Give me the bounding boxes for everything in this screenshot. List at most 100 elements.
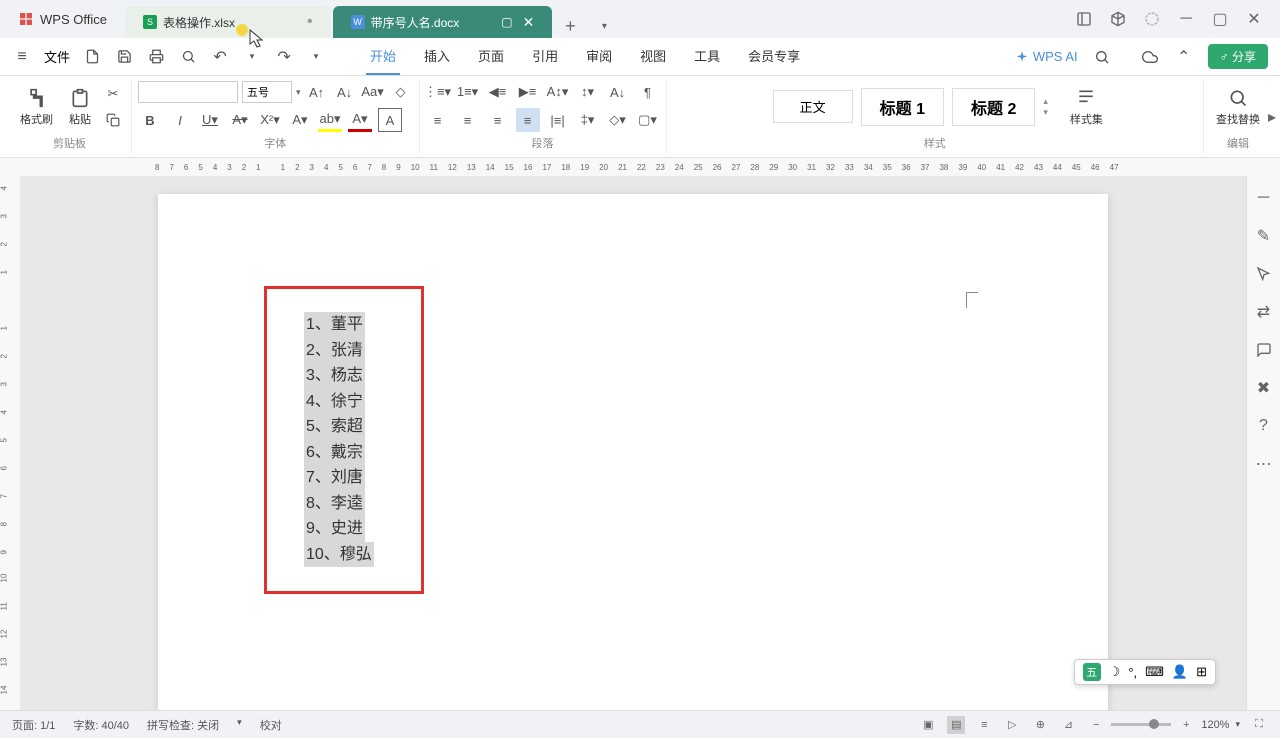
side-pencil-icon[interactable]: ✎: [1254, 226, 1274, 246]
style-heading2[interactable]: 标题 2: [952, 88, 1035, 126]
tab-doc-active[interactable]: W 带序号人名.docx ▢ ✕: [333, 6, 553, 38]
save-icon[interactable]: [114, 47, 134, 67]
list-item[interactable]: 2、张清: [304, 338, 365, 364]
search-icon[interactable]: [1092, 47, 1112, 67]
decrease-font-icon[interactable]: A↓: [333, 80, 357, 104]
underline-icon[interactable]: U▾: [198, 108, 222, 132]
show-marks-icon[interactable]: ¶: [636, 80, 660, 104]
minimize-button[interactable]: ─: [1176, 9, 1196, 29]
clear-format-icon[interactable]: ◇: [389, 80, 413, 104]
view-reading-icon[interactable]: ▷: [1003, 716, 1021, 734]
tab-view[interactable]: 视图: [636, 38, 670, 75]
collapse-ribbon-icon[interactable]: ⌃: [1174, 47, 1194, 67]
status-words[interactable]: 字数: 40/40: [73, 717, 129, 733]
align-justify-icon[interactable]: ≡: [516, 108, 540, 132]
align-center-icon[interactable]: ≡: [456, 108, 480, 132]
align-right-icon[interactable]: ≡: [486, 108, 510, 132]
wps-ai-button[interactable]: WPS AI: [1015, 49, 1078, 64]
cloud-icon[interactable]: [1140, 47, 1160, 67]
tab-dropdown-icon[interactable]: ▾: [592, 14, 616, 38]
list-item[interactable]: 5、索超: [304, 414, 365, 440]
tab-xlsx[interactable]: S 表格操作.xlsx •: [125, 6, 331, 38]
sort-icon[interactable]: A↓: [606, 80, 630, 104]
numbering-icon[interactable]: 1≡▾: [456, 80, 480, 104]
app-logo[interactable]: WPS Office: [8, 11, 117, 27]
new-tab-button[interactable]: +: [558, 14, 582, 38]
list-item[interactable]: 4、徐宁: [304, 389, 365, 415]
view-outline-icon[interactable]: ≡: [975, 716, 993, 734]
list-item[interactable]: 3、杨志: [304, 363, 365, 389]
copy-icon[interactable]: [101, 108, 125, 132]
fullscreen-icon[interactable]: ⛶: [1250, 716, 1268, 734]
zoom-level[interactable]: 120%: [1201, 719, 1229, 731]
tab-tools[interactable]: 工具: [690, 38, 724, 75]
font-color-icon[interactable]: A▾: [348, 108, 372, 132]
maximize-button[interactable]: ▢: [1210, 9, 1230, 29]
file-menu[interactable]: 文件: [44, 47, 70, 66]
style-set-button[interactable]: 样式集: [1064, 83, 1109, 131]
bullets-icon[interactable]: ⋮≡▾: [426, 80, 450, 104]
status-page[interactable]: 页面: 1/1: [12, 717, 55, 733]
selected-text-list[interactable]: 1、董平2、张清3、杨志4、徐宁5、索超6、戴宗7、刘唐8、李逵9、史进10、穆…: [304, 312, 374, 567]
zoom-in-icon[interactable]: +: [1177, 716, 1195, 734]
list-item[interactable]: 8、李逵: [304, 491, 365, 517]
font-size-input[interactable]: [242, 81, 292, 103]
style-scroll[interactable]: ▴▾: [1043, 96, 1048, 118]
print-preview-icon[interactable]: [178, 47, 198, 67]
status-proof[interactable]: 校对: [260, 717, 282, 733]
share-button[interactable]: ♂ 分享: [1208, 44, 1268, 69]
tab-insert[interactable]: 插入: [420, 38, 454, 75]
char-border-icon[interactable]: A: [378, 108, 402, 132]
strikethrough-icon[interactable]: A▾: [228, 108, 252, 132]
view-ruler-icon[interactable]: ⊿: [1059, 716, 1077, 734]
change-case-icon[interactable]: Aa▾: [361, 80, 385, 104]
style-normal[interactable]: 正文: [773, 90, 853, 123]
side-tools-icon[interactable]: ✖: [1254, 378, 1274, 398]
document-canvas[interactable]: 1、董平2、张清3、杨志4、徐宁5、索超6、戴宗7、刘唐8、李逵9、史进10、穆…: [20, 176, 1246, 710]
tab-reference[interactable]: 引用: [528, 38, 562, 75]
bold-icon[interactable]: B: [138, 108, 162, 132]
decrease-indent-icon[interactable]: ◀≡: [486, 80, 510, 104]
list-item[interactable]: 9、史进: [304, 516, 365, 542]
ime-toolbar[interactable]: 五 ☽ °, ⌨ 👤 ⊞: [1074, 659, 1216, 685]
shading-icon[interactable]: ◇▾: [606, 108, 630, 132]
list-item[interactable]: 6、戴宗: [304, 440, 365, 466]
redo-icon[interactable]: ↷: [274, 47, 294, 67]
hamburger-icon[interactable]: ≡: [12, 47, 32, 67]
side-settings-icon[interactable]: ⇄: [1254, 302, 1274, 322]
status-dropdown-icon[interactable]: ▾: [237, 717, 242, 733]
increase-font-icon[interactable]: A↑: [305, 80, 329, 104]
list-item[interactable]: 1、董平: [304, 312, 365, 338]
panel-icon[interactable]: [1074, 9, 1094, 29]
text-direction-icon[interactable]: A↕▾: [546, 80, 570, 104]
tab-review[interactable]: 审阅: [582, 38, 616, 75]
print-icon[interactable]: [146, 47, 166, 67]
list-item[interactable]: 10、穆弘: [304, 542, 374, 568]
tab-close-icon[interactable]: ✕: [523, 14, 535, 31]
ime-comma-icon[interactable]: °,: [1128, 665, 1137, 680]
tab-home[interactable]: 开始: [366, 38, 400, 75]
find-replace-button[interactable]: 查找替换: [1210, 83, 1266, 131]
tab-page[interactable]: 页面: [474, 38, 508, 75]
tab-member[interactable]: 会员专享: [744, 38, 804, 75]
sync-icon[interactable]: [1142, 9, 1162, 29]
superscript-icon[interactable]: X²▾: [258, 108, 282, 132]
paste-button[interactable]: 粘贴: [63, 83, 97, 131]
view-page-icon[interactable]: ▤: [947, 716, 965, 734]
side-more-icon[interactable]: ⋯: [1254, 454, 1274, 474]
align-left-icon[interactable]: ≡: [426, 108, 450, 132]
ime-grid-icon[interactable]: ⊞: [1196, 664, 1207, 680]
font-name-input[interactable]: [138, 81, 238, 103]
view-focus-icon[interactable]: ▣: [919, 716, 937, 734]
cube-icon[interactable]: [1108, 9, 1128, 29]
zoom-slider[interactable]: [1111, 723, 1171, 726]
line-spacing-icon[interactable]: ↕▾: [576, 80, 600, 104]
borders-icon[interactable]: ▢▾: [636, 108, 660, 132]
format-painter-button[interactable]: 格式刷: [14, 83, 59, 131]
close-button[interactable]: ✕: [1244, 9, 1264, 29]
italic-icon[interactable]: I: [168, 108, 192, 132]
tab-restore-icon[interactable]: ▢: [501, 15, 512, 29]
list-item[interactable]: 7、刘唐: [304, 465, 365, 491]
cut-icon[interactable]: ✂: [101, 82, 125, 106]
ime-keyboard-icon[interactable]: ⌨: [1145, 664, 1164, 680]
